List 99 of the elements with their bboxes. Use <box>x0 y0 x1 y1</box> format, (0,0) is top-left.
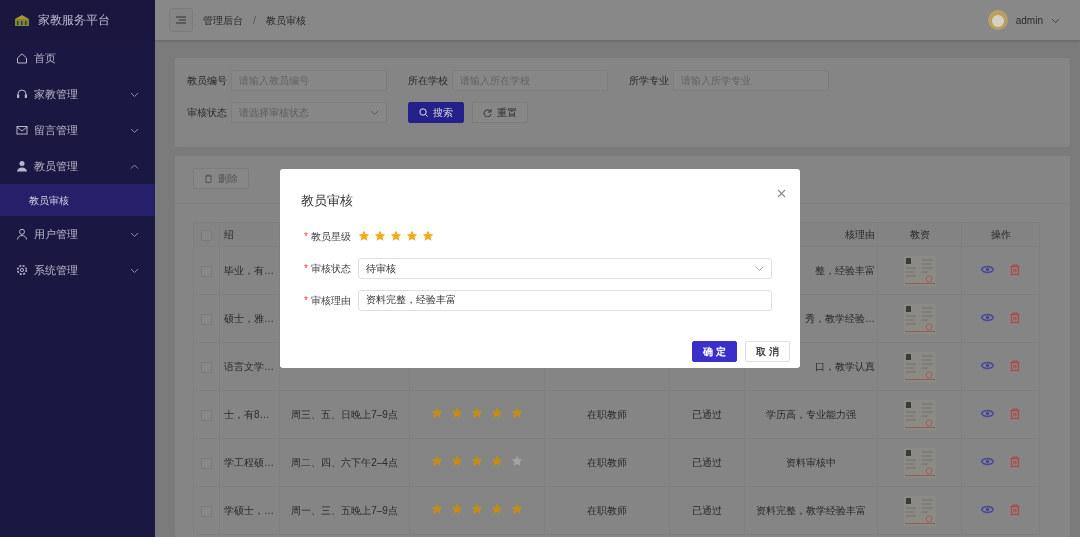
sidebar-item[interactable]: 用户管理 <box>0 216 155 252</box>
star-icon <box>491 454 503 467</box>
table-cell: 学工程硕… <box>224 457 274 468</box>
table-cell: 已通过 <box>692 409 722 420</box>
field-label: * 审核状态 <box>303 261 352 276</box>
eye-icon[interactable] <box>981 409 994 418</box>
star-icon <box>431 406 443 419</box>
menu-button[interactable] <box>169 8 193 32</box>
field-label: 教员编号 <box>187 74 228 88</box>
column-header: 操作 <box>990 229 1011 240</box>
select-field[interactable]: 待审核 <box>358 257 772 279</box>
breadcrumb-separator: / <box>253 13 256 28</box>
trash-icon[interactable] <box>1010 360 1020 371</box>
star-icon[interactable] <box>374 230 386 242</box>
table-cell: 已通过 <box>692 505 722 516</box>
star-icon <box>471 502 483 515</box>
sidebar-item[interactable]: 家教管理 <box>0 76 155 112</box>
avatar-icon <box>987 10 1008 30</box>
sidebar-item[interactable]: 留言管理 <box>0 112 155 148</box>
search-button[interactable]: 搜索 <box>408 102 464 123</box>
user-icon <box>16 228 28 240</box>
chevron-down-icon <box>370 108 379 117</box>
eye-icon[interactable] <box>981 361 994 370</box>
trash-icon[interactable] <box>1010 264 1020 275</box>
star-icon[interactable] <box>406 230 418 242</box>
required-mark: * <box>304 294 308 306</box>
home-icon <box>16 52 28 64</box>
star-icon <box>511 502 523 515</box>
refresh-icon <box>483 108 492 117</box>
reset-button[interactable]: 重置 <box>472 102 528 123</box>
table-cell: 在职教师 <box>587 409 627 420</box>
menu-icon <box>176 16 186 24</box>
app-title: 家教服务平台 <box>38 12 110 29</box>
trash-icon[interactable] <box>1010 456 1020 467</box>
star-icon[interactable] <box>422 230 434 242</box>
dialog-title: 教员审核 <box>301 192 353 210</box>
star-icon <box>511 406 523 419</box>
field-label: 审核状态 <box>187 106 228 120</box>
table-cell: 资料完整，教学经验丰富 <box>756 505 866 516</box>
breadcrumb-item[interactable]: 管理后台 <box>203 12 243 28</box>
headset-icon <box>16 88 28 100</box>
table-cell: 毕业，有… <box>224 265 274 276</box>
star-icon <box>451 454 463 467</box>
table-cell: 语言文学… <box>224 361 274 372</box>
trash-icon[interactable] <box>1010 408 1020 419</box>
user-name[interactable]: admin <box>1015 12 1043 28</box>
table-cell: 学历高，专业能力强 <box>766 409 856 420</box>
table-cell: 口，教学认真 <box>815 361 875 372</box>
sidebar-item[interactable]: 教员管理 <box>0 148 155 184</box>
eye-icon[interactable] <box>981 505 994 514</box>
trash-icon <box>204 174 213 183</box>
star-icon <box>451 406 463 419</box>
field-label: * 教员星级 <box>303 229 352 244</box>
logo-icon <box>14 14 30 26</box>
eye-icon[interactable] <box>981 457 994 466</box>
table-cell: 士，有8… <box>224 409 270 420</box>
star-icon <box>431 502 443 515</box>
table-cell: 在职教师 <box>587 505 627 516</box>
star-icon <box>491 502 503 515</box>
breadcrumb-item: 教员审核 <box>265 13 306 28</box>
table-cell: 周三、五、日晚上7–9点 <box>291 409 398 420</box>
table-cell: 秀，教学经验… <box>805 313 875 324</box>
column-header: 教资 <box>909 229 930 240</box>
table-cell: 整，经验丰富 <box>815 265 875 276</box>
field-label: 所在学校 <box>408 74 449 88</box>
field-label: 所学专业 <box>629 74 670 88</box>
search-icon <box>419 108 428 117</box>
table-cell: 硕士，雅… <box>224 313 274 324</box>
close-icon[interactable] <box>777 189 786 198</box>
star-icon[interactable] <box>358 230 370 242</box>
star-icon <box>491 406 503 419</box>
required-mark: * <box>304 230 308 242</box>
sidebar-item[interactable]: 首页 <box>0 40 155 76</box>
sidebar-item[interactable]: 系统管理 <box>0 252 155 288</box>
trash-icon[interactable] <box>1010 312 1020 323</box>
mail-icon <box>16 124 28 136</box>
table-cell: 资料审核中 <box>786 457 836 468</box>
trash-icon[interactable] <box>1010 504 1020 515</box>
star-icon <box>451 502 463 515</box>
column-header: 绍 <box>224 229 234 240</box>
confirm-button[interactable]: 确 定 <box>692 340 738 362</box>
column-header: 核理由 <box>845 229 875 240</box>
table-cell: 学硕士，… <box>224 505 274 516</box>
table-cell: 已通过 <box>692 457 722 468</box>
field-label: * 审核理由 <box>303 293 352 308</box>
star-icon <box>431 454 443 467</box>
sidebar-subitem[interactable]: 教员审核 <box>0 184 155 216</box>
required-mark: * <box>304 262 308 274</box>
settings-icon <box>16 264 28 276</box>
star-icon <box>511 454 523 467</box>
eye-icon[interactable] <box>981 313 994 322</box>
star-icon <box>471 406 483 419</box>
star-icon <box>471 454 483 467</box>
eye-icon[interactable] <box>981 265 994 274</box>
table-cell: 在职教师 <box>587 457 627 468</box>
star-icon[interactable] <box>390 230 402 242</box>
cancel-button[interactable]: 取 消 <box>745 340 790 362</box>
user-icon <box>16 160 28 172</box>
input-field[interactable]: 资料完整，经验丰富 <box>358 289 772 311</box>
